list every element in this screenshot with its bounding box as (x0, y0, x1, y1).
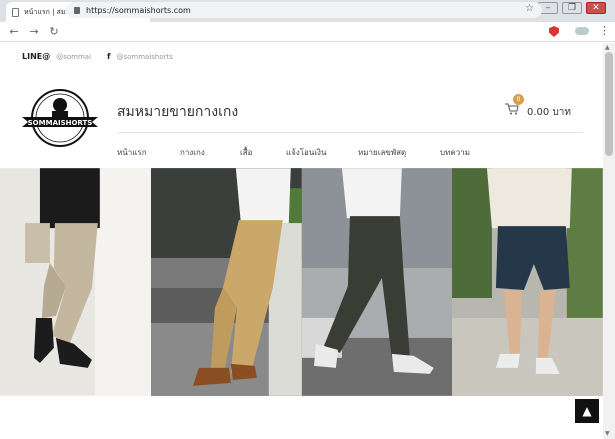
line-contact[interactable]: LINE@ @sommai (22, 52, 91, 61)
close-window-button[interactable]: ✕ (586, 0, 606, 16)
forward-button[interactable]: → (24, 25, 44, 38)
address-bar[interactable]: https://sommaishorts.com ☆ (66, 2, 542, 18)
line-brand-label: LINE@ (22, 52, 51, 61)
site-logo[interactable]: SOMMAISHORTS (22, 89, 98, 147)
hero-image-slim-pant (301, 168, 453, 396)
bookmark-star-icon[interactable]: ☆ (525, 3, 534, 14)
extension-icon[interactable] (575, 27, 589, 35)
nav-item-tracking[interactable]: หมายเลขพัสดุ (358, 146, 440, 159)
site-title[interactable]: สมหมายขายกางเกง (117, 101, 238, 123)
document-icon (12, 7, 19, 17)
nav-item-articles[interactable]: บทความ (440, 146, 470, 159)
scroll-up-arrow-icon[interactable]: ▲ (605, 44, 610, 51)
back-button[interactable]: ← (4, 25, 24, 38)
browser-toolbar: ← → ↻ (0, 22, 615, 42)
nav-item-shirts[interactable]: เสื้อ (240, 146, 286, 159)
arrow-up-icon: ▲ (582, 404, 592, 418)
facebook-handle: @sommaishorts (116, 52, 173, 61)
nav-item-payment-notify[interactable]: แจ้งโอนเงิน (286, 146, 358, 159)
nav-item-home[interactable]: หน้าแรก (117, 146, 180, 159)
scrollbar-thumb[interactable] (605, 52, 613, 156)
cart-count-badge: 0 (513, 94, 524, 105)
line-handle: @sommai (56, 52, 92, 61)
facebook-icon: f (107, 52, 111, 61)
reload-button[interactable]: ↻ (44, 25, 64, 38)
lock-icon (74, 6, 80, 14)
hero-image-shorts (452, 168, 603, 396)
facebook-contact[interactable]: f @sommaishorts (107, 52, 173, 61)
browser-menu-icon[interactable]: ⋮ (599, 24, 610, 37)
scroll-down-arrow-icon[interactable]: ▼ (605, 430, 610, 437)
hero-image-chino (150, 168, 302, 396)
main-navigation: หน้าแรก กางเกง เสื้อ แจ้งโอนเงิน หมายเลข… (117, 146, 470, 159)
hero-banner[interactable] (0, 168, 603, 396)
maximize-button[interactable]: ❐ (562, 0, 582, 16)
cart-total[interactable]: 0.00 บาท (527, 105, 571, 120)
back-to-top-button[interactable]: ▲ (575, 399, 599, 423)
nav-item-pants[interactable]: กางเกง (180, 146, 240, 159)
url-text: https://sommaishorts.com (86, 5, 191, 15)
hero-image-jogger (0, 168, 151, 396)
header-divider (117, 132, 583, 133)
web-page: LINE@ @sommai f @sommaishorts SOMMAISHOR… (0, 43, 603, 439)
logo-text: SOMMAISHORTS (28, 119, 93, 127)
